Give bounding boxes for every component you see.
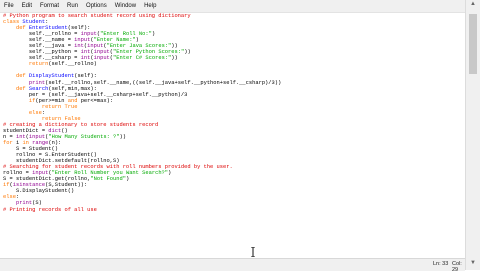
menu-run[interactable]: Run bbox=[63, 0, 82, 12]
code-token: )) bbox=[184, 49, 191, 56]
code-token: per<=max): bbox=[77, 97, 114, 104]
menu-options[interactable]: Options bbox=[82, 0, 111, 12]
code-text[interactable]: # Python program to search student recor… bbox=[0, 13, 465, 213]
code-token: )) bbox=[119, 133, 127, 140]
scroll-down-icon[interactable]: ▼ bbox=[470, 260, 476, 266]
code-editor[interactable]: # Python program to search student recor… bbox=[0, 13, 465, 257]
code-token: return bbox=[41, 103, 65, 110]
code-token: "Enter C# Scores:" bbox=[113, 55, 172, 62]
code-token: "Not Found" bbox=[90, 176, 126, 183]
status-bar: Ln: 33 Col: 29 bbox=[0, 258, 465, 273]
menu-edit[interactable]: Edit bbox=[18, 0, 36, 12]
mouse-cursor-icon bbox=[251, 247, 255, 257]
code-token: True bbox=[64, 103, 78, 110]
menu-format[interactable]: Format bbox=[36, 0, 63, 12]
code-token: ) bbox=[151, 31, 156, 38]
menu-window[interactable]: Window bbox=[111, 0, 140, 12]
menu-help[interactable]: Help bbox=[140, 0, 160, 12]
code-token: # Printing records of all use bbox=[3, 206, 97, 213]
scrollbar-thumb[interactable] bbox=[469, 14, 477, 74]
code-token: ) bbox=[168, 170, 172, 177]
code-token: return bbox=[28, 61, 49, 68]
menu-bar: File Edit Format Run Options Window Help bbox=[0, 0, 465, 13]
code-token: )) bbox=[171, 55, 178, 62]
status-line: Ln: 33 bbox=[433, 261, 449, 267]
vertical-scrollbar[interactable]: ▲ ▼ bbox=[465, 0, 480, 270]
scroll-up-icon[interactable]: ▲ bbox=[470, 1, 476, 7]
code-line: # Printing records of all use bbox=[3, 207, 465, 213]
code-token: (self.__rollno) bbox=[48, 61, 97, 68]
status-column: Col: 29 bbox=[452, 261, 462, 273]
code-token: ) bbox=[125, 176, 130, 183]
menu-file[interactable]: File bbox=[0, 0, 18, 12]
